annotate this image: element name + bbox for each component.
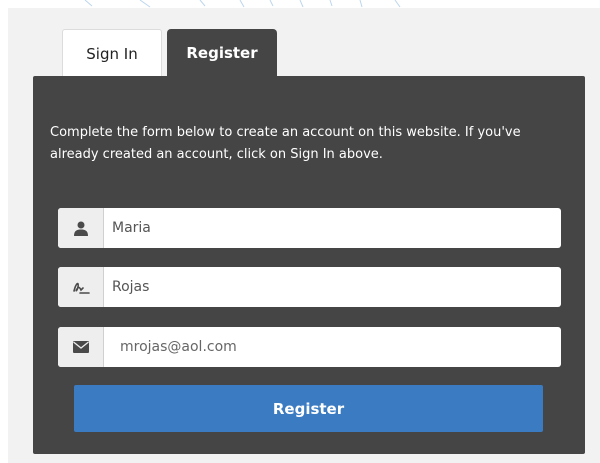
register-intro-text: Complete the form below to create an acc… <box>50 125 521 162</box>
envelope-icon <box>58 327 104 367</box>
first-name-input[interactable] <box>104 208 561 248</box>
top-decor-strip <box>0 0 600 8</box>
last-name-field <box>58 267 561 307</box>
last-name-input[interactable] <box>104 267 561 307</box>
email-input[interactable] <box>104 327 561 367</box>
decorative-lines <box>84 0 401 8</box>
tab-sign-in-label: Sign In <box>86 44 138 63</box>
email-field <box>58 327 561 367</box>
register-submit-button[interactable]: Register <box>74 385 543 432</box>
first-name-field <box>58 208 561 248</box>
user-icon <box>58 208 104 248</box>
signature-icon <box>58 267 104 307</box>
tab-sign-in[interactable]: Sign In <box>62 29 162 77</box>
register-panel: Complete the form below to create an acc… <box>33 76 585 454</box>
tab-register-label: Register <box>186 44 258 62</box>
tab-register[interactable]: Register <box>167 29 277 77</box>
